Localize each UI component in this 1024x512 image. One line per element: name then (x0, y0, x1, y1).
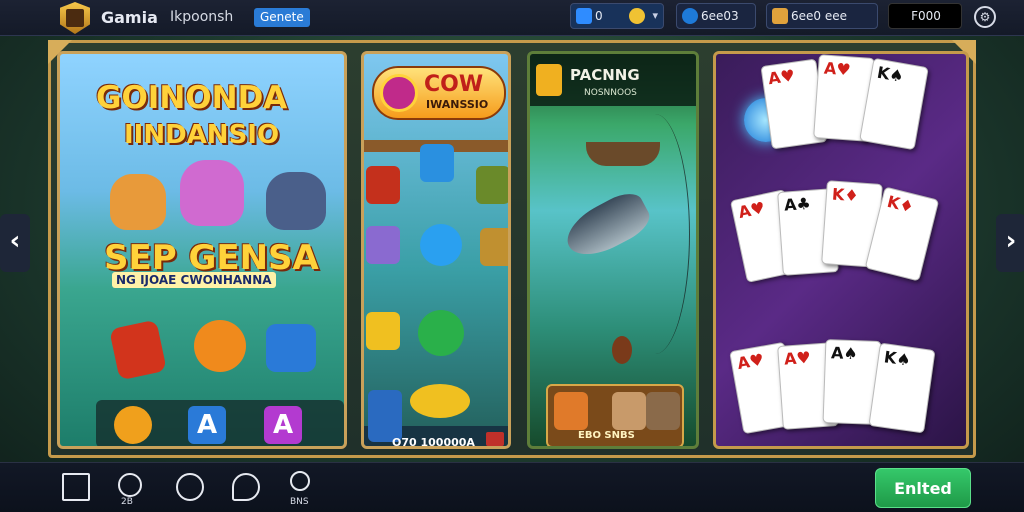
gem-icon (682, 8, 698, 24)
game-title: PACNNG (570, 66, 640, 84)
game-header: PACNNG NOSNNOOS (530, 54, 696, 106)
refresh-icon[interactable] (176, 473, 204, 501)
slot-tile (480, 228, 508, 266)
chevron-down-icon: ▾ (652, 9, 658, 22)
slot-tile (420, 144, 454, 182)
cowboy-character (110, 174, 166, 230)
game-card-fishing[interactable]: PACNNG NOSNNOOS EBO SNBS (527, 51, 699, 449)
game-title-line1: GOINONDA (96, 80, 288, 116)
timer-icon[interactable] (290, 471, 310, 491)
coin-icon (576, 8, 592, 24)
game-title-line2: IINDANSIO (124, 120, 280, 150)
app-logo[interactable] (60, 2, 90, 34)
gold-coin-icon (629, 8, 645, 24)
coin-balance[interactable]: 0 ▾ (570, 3, 664, 29)
top-bar: Gamia Ikpoonsh Genete 0 ▾ 6ee03 6ee0 eee… (0, 0, 1024, 36)
shark-character (266, 172, 326, 230)
game-card-slots[interactable]: GOINONDA IINDANSIO SEP GENSA NG IJOAE CW… (57, 51, 347, 449)
header-subtitle: Ikpoonsh (170, 9, 234, 25)
slot-tile (420, 224, 462, 266)
card-rank: A♥ (823, 58, 852, 80)
character-portrait (646, 392, 680, 430)
chest-balance[interactable]: 6ee0 eee (766, 3, 878, 29)
card-rank: A♥ (735, 349, 766, 374)
horseshoe-symbol (194, 320, 246, 372)
carousel-prev-button[interactable]: ‹ (0, 214, 30, 272)
search-icon[interactable] (118, 473, 142, 497)
card-rank: K♦ (885, 191, 916, 217)
balance-value: F000 (911, 9, 941, 23)
card-rank: K♦ (831, 184, 860, 206)
game-card-cards[interactable]: A♥ A♥ K♠ A♥ A♣ K♦ K♦ A♥ A♥ A♠ K♠ (713, 51, 969, 449)
game-carousel: GOINONDA IINDANSIO SEP GENSA NG IJOAE CW… (48, 40, 976, 458)
game-logo: COW IWANSSIO (372, 66, 506, 120)
logo-emblem (380, 74, 418, 112)
card-rank: A♠ (830, 343, 859, 364)
slot-tile (366, 312, 400, 350)
cat-character (180, 160, 244, 226)
reel-strip: A A (96, 400, 344, 446)
card-rank: K♠ (875, 62, 906, 87)
timer-icon-label: BNS (290, 497, 309, 507)
logo-emblem (66, 9, 84, 27)
enter-button[interactable]: Enlted (875, 468, 971, 508)
carousel-next-button[interactable]: › (996, 214, 1024, 272)
boot-blue-symbol (266, 324, 316, 372)
character-panel: EBO SNBS (546, 384, 684, 446)
slot-tile (418, 310, 464, 356)
slot-tile (476, 166, 508, 204)
slot-tile (368, 390, 402, 442)
bottom-bar: 2B BNS Enlted (0, 462, 1024, 512)
game-footer-text: O70 100000A (392, 436, 475, 449)
header-badge[interactable]: Genete (254, 8, 310, 27)
game-card-cow[interactable]: COW IWANSSIO O70 100000A (361, 51, 511, 449)
gem-balance[interactable]: 6ee03 (676, 3, 756, 29)
card-rank: A♥ (736, 197, 767, 222)
game-title: COW (424, 72, 484, 97)
character-portrait (612, 392, 646, 430)
gear-icon[interactable]: ⚙ (974, 6, 996, 28)
brand-name: Gamia (101, 8, 158, 27)
game-subtitle: IWANSSIO (426, 98, 489, 111)
card-rank: A♥ (783, 347, 812, 369)
card-rank: A♣ (783, 193, 812, 215)
balance-display[interactable]: F000 (888, 3, 962, 29)
slot-tile (366, 166, 400, 204)
reel-symbol: A (264, 406, 302, 444)
character-portrait (554, 392, 588, 430)
search-icon-label: 2B (121, 497, 133, 507)
reel-symbol: A (188, 406, 226, 444)
coin-value: 0 (595, 9, 603, 23)
chest-icon (772, 8, 788, 24)
card-rank: K♠ (882, 347, 912, 370)
lure-illustration (612, 336, 632, 364)
game-logo-icon (536, 64, 562, 96)
card-rank: A♥ (766, 65, 797, 89)
gem-value: 6ee03 (701, 9, 739, 23)
game-subtitle: NOSNNOOS (584, 88, 637, 98)
feature-subtitle: NG IJOAE CWONHANNA (112, 272, 276, 288)
flag-icon (486, 432, 504, 446)
game-footer-text: EBO SNBS (578, 430, 635, 441)
library-icon[interactable] (62, 473, 90, 501)
share-icon[interactable] (232, 473, 260, 501)
chest-value: 6ee0 eee (791, 9, 847, 23)
slot-tile (366, 226, 400, 264)
boot-symbol (109, 319, 167, 381)
playing-card: K♠ (868, 342, 936, 434)
fish-symbol (410, 384, 470, 418)
reel-symbol (114, 406, 152, 444)
